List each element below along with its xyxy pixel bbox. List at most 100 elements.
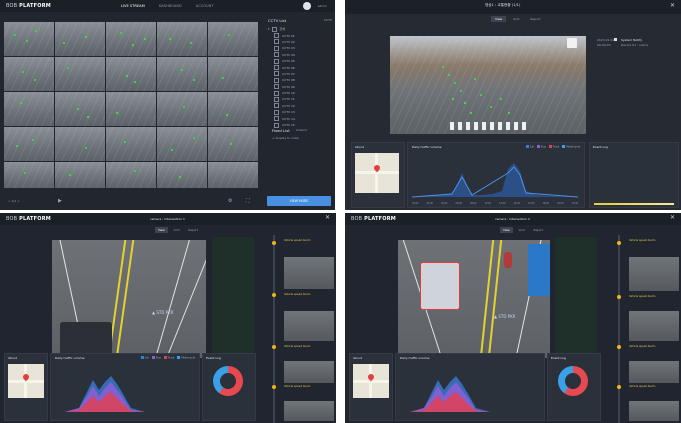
traffic-chart-card: Daily traffic volume Car Bus Truck Motor… [50, 353, 200, 421]
event-thumbnail[interactable] [629, 257, 679, 291]
event-thumbnail[interactable] [629, 401, 679, 421]
camera-tile[interactable] [208, 22, 258, 56]
event-thumbnail[interactable] [284, 361, 334, 383]
tab-grid[interactable]: Grid [516, 227, 528, 233]
legend-bus[interactable]: Bus [537, 145, 546, 149]
event-log-title: Event Log [206, 356, 221, 360]
camera-tile[interactable] [157, 127, 207, 161]
camera-tile[interactable] [157, 92, 207, 126]
close-icon[interactable]: ✕ [670, 2, 675, 9]
legend-motorcycle[interactable]: Motorcycle [562, 145, 580, 149]
camera-tile[interactable] [106, 22, 156, 56]
event-label[interactable]: Vehicle speed Alarm [629, 345, 655, 348]
legend-motorcycle[interactable]: Motorcycle [177, 356, 195, 360]
event-thumbnail[interactable] [629, 361, 679, 383]
event-thumbnail[interactable] [284, 257, 334, 289]
event-label[interactable]: Vehicle speed Alarm [284, 239, 310, 242]
app-logo[interactable]: BOB PLATFORM [6, 3, 51, 9]
tab-live-stream[interactable]: LIVE STREAM [121, 4, 145, 8]
close-icon[interactable]: ✕ [325, 214, 330, 221]
camera-tile[interactable] [157, 22, 207, 56]
fullscreen-icon[interactable]: ⛶ [246, 198, 250, 204]
view-more-button[interactable]: VIEW MORE [267, 196, 331, 206]
location-map[interactable] [353, 364, 389, 398]
close-icon[interactable]: ✕ [670, 214, 675, 221]
tab-report[interactable]: Report [526, 16, 544, 22]
camera-tile[interactable] [106, 57, 156, 91]
tab-report[interactable]: Report [531, 227, 546, 233]
location-map[interactable] [8, 364, 44, 398]
camera-tile[interactable] [208, 127, 258, 161]
event-thumbnail[interactable] [629, 311, 679, 341]
panel-camera-detail: 영상1 : 교통현황 (1/1) ✕ View Grid Report 2023… [345, 0, 681, 210]
camera-tile[interactable] [55, 57, 105, 91]
app-logo[interactable]: BOB PLATFORM [6, 216, 51, 222]
about-card: About [349, 353, 393, 421]
tab-dashboard[interactable]: DASHBOARD [159, 4, 182, 8]
camera-video[interactable]: ▲ STD PKR [398, 240, 550, 358]
traffic-chart-card: Daily traffic volume Car Bus Truck Motor… [407, 142, 585, 208]
camera-tile[interactable] [4, 57, 54, 91]
chevron-down-icon: ▾ [268, 27, 270, 32]
top-bar: BOB PLATFORM LIVE STREAM DASHBOARD ACCOU… [0, 0, 335, 12]
camera-tile[interactable] [55, 162, 105, 188]
camera-tile[interactable] [106, 127, 156, 161]
settings-icon[interactable]: ⚙ [228, 198, 232, 204]
event-label[interactable]: Vehicle speed Alarm [284, 293, 310, 296]
expand-icon[interactable] [567, 38, 577, 48]
event-label[interactable]: Vehicle speed Alarm [284, 345, 310, 348]
camera-tile[interactable] [4, 92, 54, 126]
event-label[interactable]: Vehicle speed Alarm [629, 385, 655, 388]
chart-legend: Car Bus Truck Motorcycle [140, 356, 195, 360]
event-label[interactable]: Vehicle speed Alarm [629, 239, 655, 242]
event-label[interactable]: Vehicle speed Alarm [629, 295, 655, 298]
tab-grid[interactable]: Grid [509, 16, 523, 22]
side-divider [555, 237, 597, 361]
side-detail: Device 01 : online [621, 43, 649, 47]
event-label[interactable]: Vehicle speed Alarm [284, 385, 310, 388]
legend-car[interactable]: Car [140, 356, 149, 360]
avatar[interactable] [303, 2, 311, 10]
tab-account[interactable]: ACCOUNT [196, 4, 214, 8]
legend-truck[interactable]: Truck [163, 356, 174, 360]
camera-tile[interactable] [55, 92, 105, 126]
tab-view[interactable]: View [491, 16, 507, 22]
tab-grid[interactable]: Grid [171, 227, 183, 233]
page-title: camera : Intersection 2 [495, 217, 530, 221]
camera-tile[interactable] [4, 127, 54, 161]
side-divider [212, 237, 254, 361]
play-icon[interactable]: ▶ [58, 198, 62, 204]
location-map[interactable] [355, 153, 399, 193]
camera-tile[interactable] [106, 162, 156, 188]
pagination[interactable]: < 1/1 > [8, 199, 20, 203]
header: 영상1 : 교통현황 (1/1) ✕ [345, 0, 681, 14]
camera-tile[interactable] [4, 162, 54, 188]
camera-tile[interactable] [208, 162, 258, 188]
tab-view[interactable]: View [500, 227, 513, 233]
side-status: System Notify [621, 38, 643, 42]
camera-tile[interactable] [208, 92, 258, 126]
camera-tile[interactable] [157, 162, 207, 188]
legend-truck[interactable]: Truck [548, 145, 559, 149]
legend-car[interactable]: Car [525, 145, 534, 149]
camera-video[interactable] [390, 36, 586, 134]
camera-tile[interactable] [4, 22, 54, 56]
tab-view[interactable]: View [155, 227, 168, 233]
zebra-crossing [450, 122, 530, 130]
checkbox[interactable] [271, 26, 277, 32]
traffic-area-chart [65, 376, 145, 412]
donut-chart [558, 366, 588, 396]
camera-tile[interactable] [55, 22, 105, 56]
about-card: About [351, 142, 405, 208]
camera-tile[interactable] [157, 57, 207, 91]
event-thumbnail[interactable] [284, 401, 334, 421]
legend-bus[interactable]: Bus [152, 356, 161, 360]
camera-tile[interactable] [106, 92, 156, 126]
camera-tile[interactable] [55, 127, 105, 161]
app-logo[interactable]: BOB PLATFORM [351, 216, 396, 222]
tab-report[interactable]: Report [186, 227, 201, 233]
camera-tile[interactable] [208, 57, 258, 91]
event-rail: Vehicle speed Alarm Vehicle speed Alarm … [258, 235, 336, 423]
event-thumbnail[interactable] [284, 311, 334, 341]
camera-video[interactable]: ▲ STD PKR [52, 240, 206, 358]
